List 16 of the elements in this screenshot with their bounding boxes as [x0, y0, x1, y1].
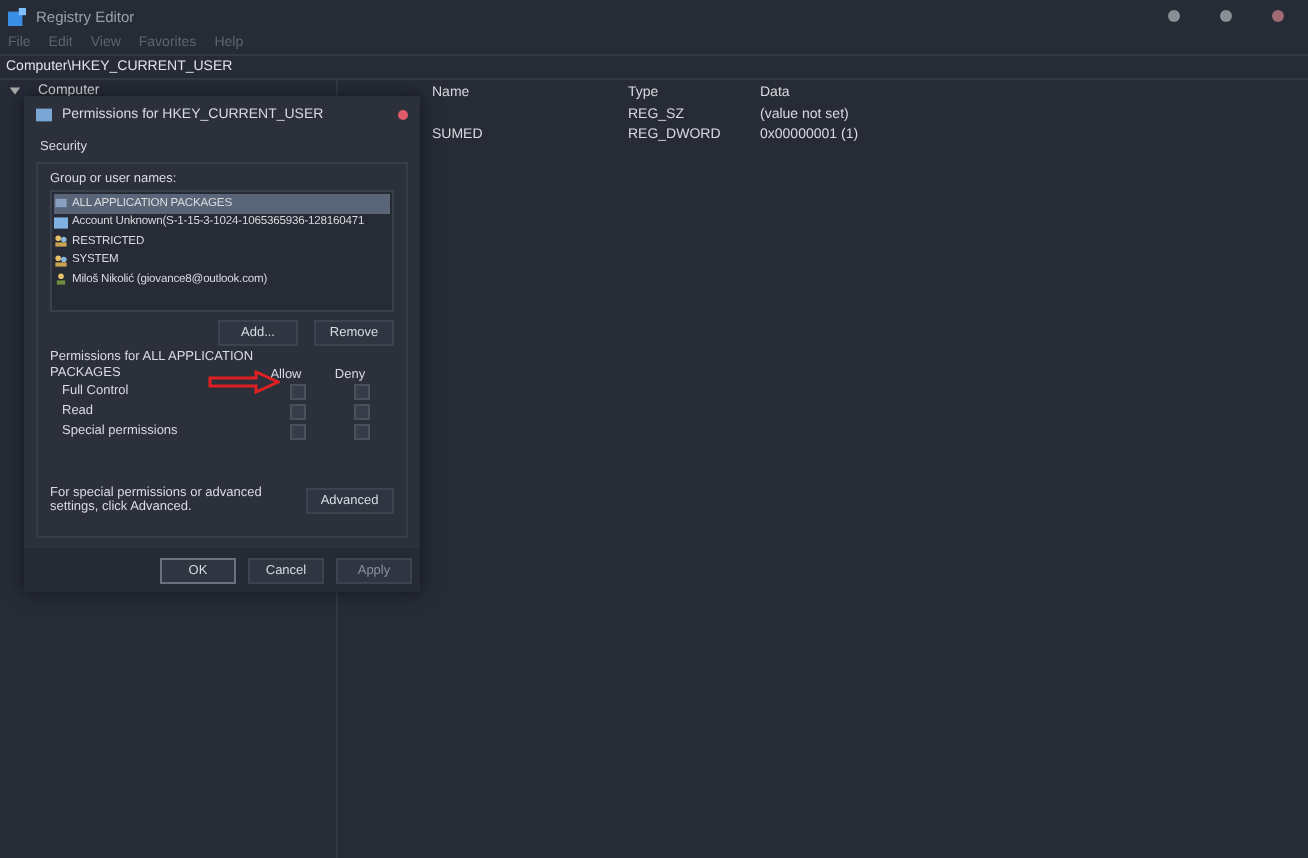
registry-icon — [8, 7, 26, 25]
user-icon — [54, 272, 68, 287]
deny-checkbox[interactable] — [354, 383, 370, 400]
user-icon — [54, 234, 68, 249]
close-button[interactable] — [398, 109, 408, 119]
close-button[interactable] — [1272, 10, 1284, 22]
user-icon — [54, 253, 68, 268]
folder-icon — [36, 107, 52, 121]
allow-checkbox[interactable] — [290, 383, 306, 400]
expand-icon[interactable] — [8, 84, 22, 98]
deny-checkbox[interactable] — [354, 403, 370, 420]
allow-checkbox[interactable] — [290, 403, 306, 420]
minimize-button[interactable] — [1168, 10, 1180, 22]
maximize-button[interactable] — [1220, 10, 1232, 22]
allow-checkbox[interactable] — [290, 423, 306, 440]
deny-checkbox[interactable] — [354, 423, 370, 440]
